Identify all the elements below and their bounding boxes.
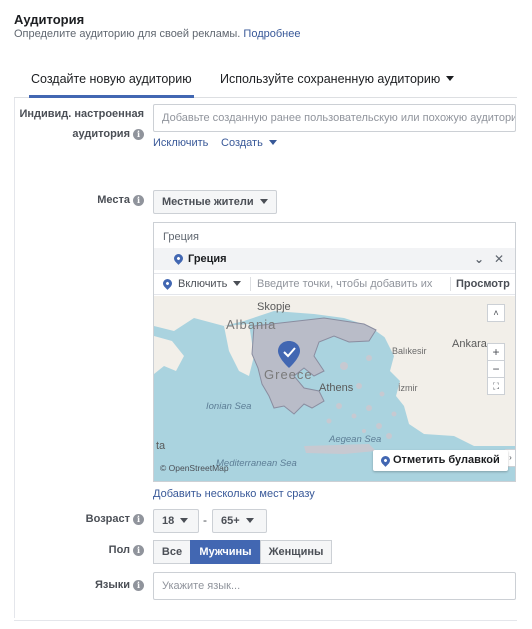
languages-input[interactable]: Укажите язык... xyxy=(153,572,516,600)
map-label-balikesir: Balıkesir xyxy=(392,346,427,356)
fullscreen-icon[interactable]: ⛶ xyxy=(487,377,505,395)
locations-label-text: Места xyxy=(97,194,130,206)
include-dropdown[interactable]: Включить xyxy=(178,274,242,294)
chevron-down-icon xyxy=(446,76,455,82)
age-label-text: Возраст xyxy=(85,513,130,525)
chevron-down-icon xyxy=(268,139,277,145)
map-label-greece: Greece xyxy=(264,367,313,382)
zoom-out-button[interactable]: − xyxy=(487,360,505,378)
custom-audience-label-line1: Индивид. настроенная xyxy=(19,108,144,120)
map-label-athens: Athens xyxy=(319,382,354,394)
map-label-albania: Albania xyxy=(226,317,277,332)
map-label-ta: ta xyxy=(156,440,166,452)
close-icon[interactable]: ✕ xyxy=(494,248,504,270)
selected-location-row: Греция ⌄ ✕ xyxy=(154,248,515,270)
info-icon[interactable]: i xyxy=(133,128,144,140)
section-title: Аудитория xyxy=(14,12,85,27)
location-pin-icon xyxy=(172,252,185,265)
age-range-dash: - xyxy=(203,513,207,527)
audience-tabs: Создайте новую аудиторию Используйте сох… xyxy=(14,62,517,98)
age-max-dropdown[interactable]: 65+ xyxy=(212,509,267,533)
bottom-divider xyxy=(14,620,517,621)
location-type-label: Местные жители xyxy=(162,196,254,208)
location-panel: Греция Греция ⌄ ✕ Включить Введите точки… xyxy=(153,222,516,482)
map-label-ionian-sea: Ionian Sea xyxy=(206,401,252,412)
custom-audience-label-line2: аудитория i xyxy=(72,128,144,140)
create-dropdown-link[interactable]: Создать xyxy=(221,137,277,149)
map-label-aegean-sea: Aegean Sea xyxy=(329,434,382,445)
gender-option-men[interactable]: Мужчины xyxy=(190,540,261,564)
location-map[interactable]: Skopje Albania Greece Athens İzmir Ankar… xyxy=(154,296,515,481)
map-attribution: © OpenStreetMap xyxy=(160,463,229,473)
add-multiple-locations-link[interactable]: Добавить несколько мест сразу xyxy=(153,488,315,500)
custom-audience-label-text: аудитория xyxy=(72,128,130,140)
left-divider xyxy=(14,98,15,618)
gender-label: Пол i xyxy=(109,544,144,556)
toolbar-divider xyxy=(250,277,251,291)
learn-more-link[interactable]: Подробнее xyxy=(243,28,300,40)
exclude-link[interactable]: Исключить xyxy=(153,137,208,149)
create-link-label: Создать xyxy=(221,137,263,149)
browse-button[interactable]: Просмотр xyxy=(456,274,510,294)
chevron-down-icon xyxy=(245,517,254,523)
location-type-dropdown[interactable]: Местные жители xyxy=(153,190,277,214)
map-label-skopje: Skopje xyxy=(257,301,291,313)
tab-saved-label: Используйте сохраненную аудиторию xyxy=(220,72,441,86)
info-icon[interactable]: i xyxy=(133,544,144,556)
info-icon[interactable]: i xyxy=(133,513,144,525)
gender-option-all[interactable]: Все xyxy=(153,540,191,564)
toolbar-divider xyxy=(450,277,451,291)
gender-option-women[interactable]: Женщины xyxy=(260,540,332,564)
age-max-value: 65+ xyxy=(221,515,240,527)
drop-pin-label: Отметить булавкой xyxy=(393,454,500,466)
include-label: Включить xyxy=(178,278,228,290)
info-icon[interactable]: i xyxy=(133,194,144,206)
collapse-map-button[interactable]: ˄ xyxy=(487,304,505,322)
chevron-down-icon xyxy=(180,517,189,523)
location-query-text[interactable]: Греция xyxy=(163,231,199,243)
section-subtitle-text: Определите аудиторию для своей рекламы. xyxy=(14,28,241,40)
drop-pin-button[interactable]: Отметить булавкой xyxy=(373,450,508,471)
chevron-down-icon xyxy=(233,280,242,286)
location-search-input[interactable]: Введите точки, чтобы добавить их xyxy=(257,274,447,294)
zoom-in-button[interactable]: + xyxy=(487,343,505,361)
tab-saved-audience[interactable]: Используйте сохраненную аудиторию xyxy=(220,62,455,98)
tab-create-new-audience[interactable]: Создайте новую аудиторию xyxy=(29,62,194,98)
age-min-dropdown[interactable]: 18 xyxy=(153,509,199,533)
age-min-value: 18 xyxy=(162,515,175,527)
chevron-down-icon[interactable]: ⌄ xyxy=(474,248,484,270)
locations-label: Места i xyxy=(97,194,144,206)
chevron-down-icon xyxy=(259,198,268,204)
age-label: Возраст i xyxy=(86,513,144,525)
custom-audience-input[interactable]: Добавьте созданную ранее пользовательску… xyxy=(153,104,516,132)
location-pin-icon xyxy=(379,454,392,467)
languages-label-text: Языки xyxy=(94,579,130,591)
location-toolbar: Включить Введите точки, чтобы добавить и… xyxy=(154,273,515,295)
location-pin-icon xyxy=(161,277,174,290)
tab-create-label: Создайте новую аудиторию xyxy=(31,72,192,86)
map-label-ankara: Ankara xyxy=(452,338,487,350)
section-subtitle: Определите аудиторию для своей рекламы. … xyxy=(14,28,300,40)
map-label-izmir: İzmir xyxy=(398,383,418,393)
gender-label-text: Пол xyxy=(108,544,130,556)
languages-label: Языки i xyxy=(95,579,144,591)
selected-location-label: Греция xyxy=(188,253,227,265)
info-icon[interactable]: i xyxy=(133,579,144,591)
